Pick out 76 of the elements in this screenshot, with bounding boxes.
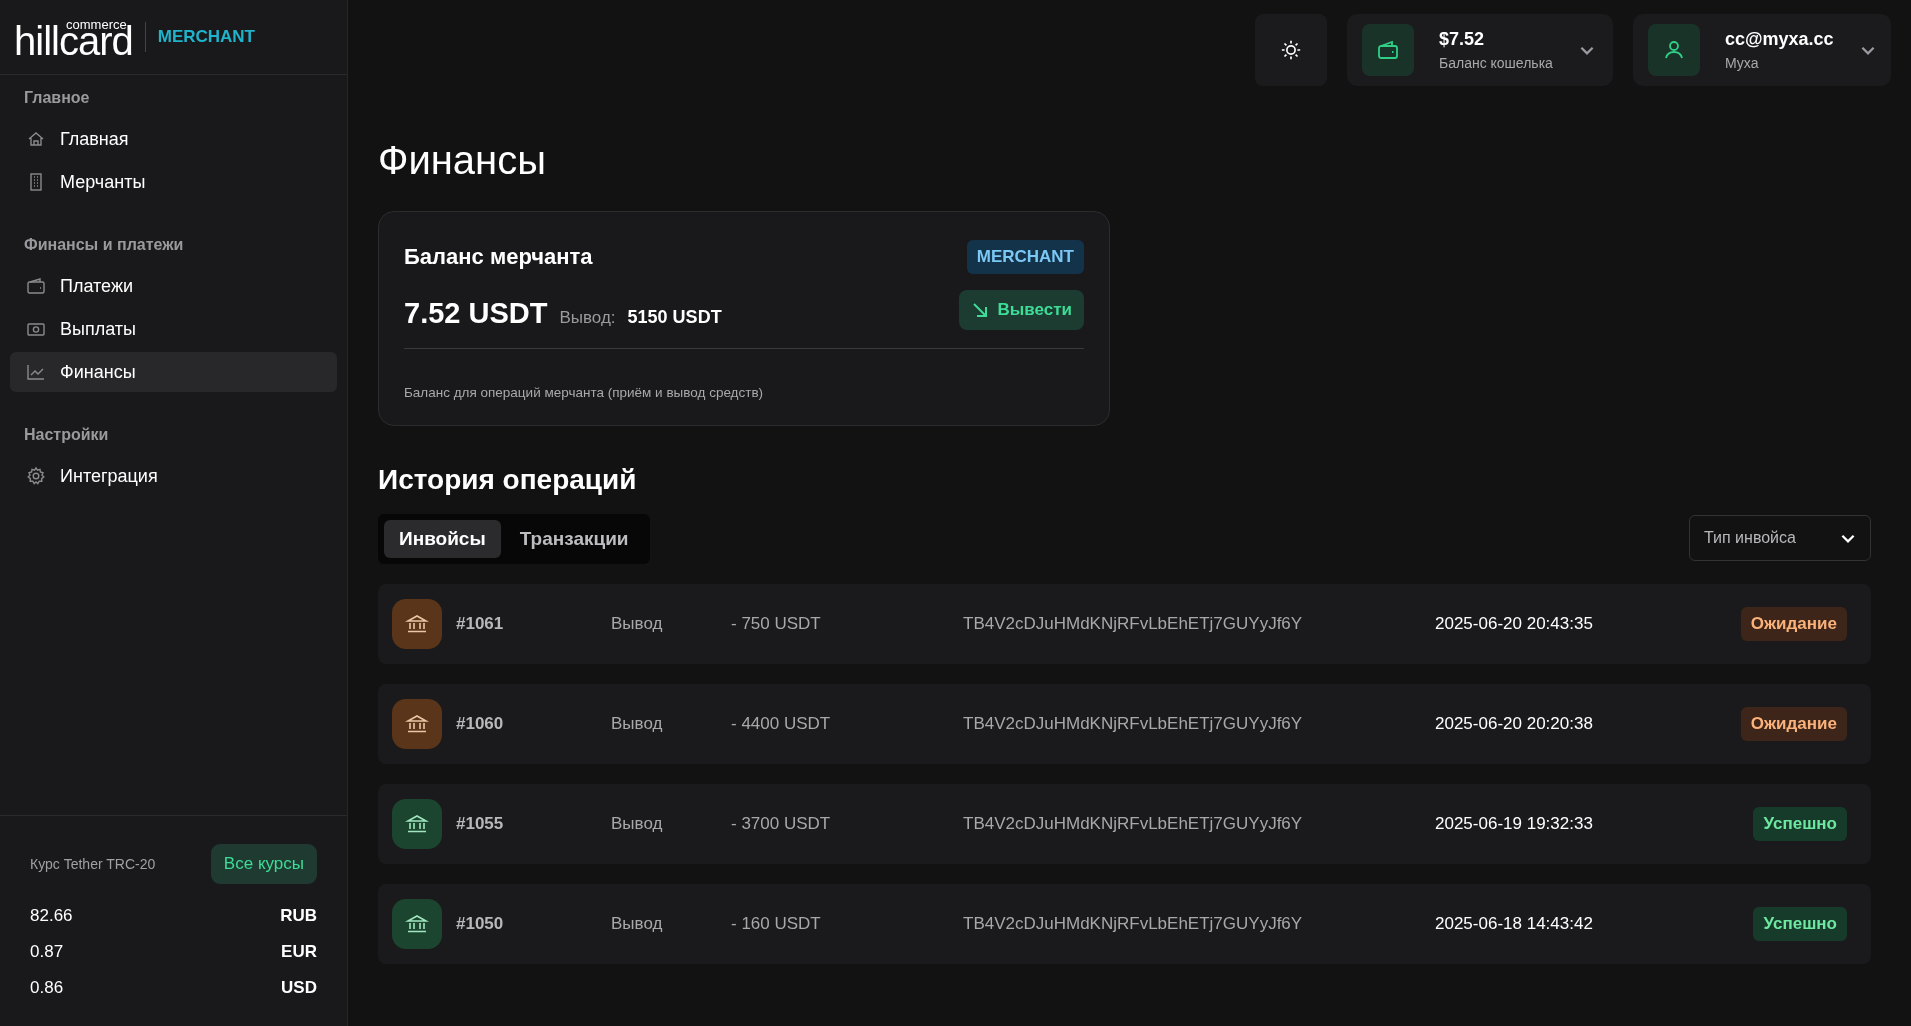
operation-id: #1060 (456, 714, 505, 734)
sidebar-item[interactable]: Мерчанты (10, 162, 337, 202)
wallet-amount: $7.52 (1439, 29, 1486, 50)
user-menu[interactable]: cc@myxa.cc Муха (1633, 14, 1891, 86)
withdraw-button[interactable]: Вывести (958, 290, 1084, 330)
currency-code: RUB (280, 906, 317, 926)
operation-id: #1050 (456, 914, 505, 934)
sidebar-section-title: Главное (23, 88, 91, 108)
operation-date: 2025-06-20 20:20:38 (1435, 714, 1594, 734)
tab[interactable]: Инвойсы (384, 520, 501, 558)
home-icon (26, 129, 46, 149)
wallet-address: TB4V2cDJuHMdKNjRFvLbEhETj7GUYyJf6Y (963, 914, 1304, 934)
all-rates-button[interactable]: Все курсы (210, 844, 317, 884)
rates-title: Курс Tether TRC-20 (30, 856, 156, 872)
operation-type: Вывод (611, 614, 664, 634)
chart-icon (26, 362, 46, 382)
bank-icon (392, 899, 442, 949)
rate-value: 82.66 (30, 906, 73, 926)
rate-value: 0.86 (30, 978, 64, 998)
page-title: Финансы (378, 138, 547, 183)
withdraw-amount: 5150 USDT (627, 307, 722, 328)
operation-id: #1061 (456, 614, 505, 634)
operation-amount: - 160 USDT (731, 914, 822, 934)
wallet-address: TB4V2cDJuHMdKNjRFvLbEhETj7GUYyJf6Y (963, 814, 1304, 834)
sidebar-item[interactable]: Выплаты (10, 309, 337, 349)
operation-type: Вывод (611, 714, 664, 734)
operation-date: 2025-06-20 20:43:35 (1435, 614, 1594, 634)
sidebar-item[interactable]: Главная (10, 119, 337, 159)
wallet-address: TB4V2cDJuHMdKNjRFvLbEhETj7GUYyJf6Y (963, 714, 1304, 734)
theme-toggle-button[interactable] (1255, 14, 1327, 86)
operation-type: Вывод (611, 814, 664, 834)
currency-code: USD (281, 978, 317, 998)
wallet-address: TB4V2cDJuHMdKNjRFvLbEhETj7GUYyJf6Y (963, 614, 1304, 634)
app-label: MERCHANT (157, 27, 255, 47)
card-note: Баланс для операций мерчанта (приём и вывод средств) (404, 385, 765, 400)
operation-row[interactable]: #1050 Вывод - 160 USDT TB4V2cDJuHMdKNjRFvLbEhETj7GUYyJf6Y 2025-06-18 14:43:42 Успешно (378, 884, 1871, 964)
wallet-label: Баланс кошелька (1439, 55, 1553, 71)
operation-row[interactable]: #1060 Вывод - 4400 USDT TB4V2cDJuHMdKNjRFvLbEhETj7GUYyJf6Y 2025-06-20 20:20:38 Ожидание (378, 684, 1871, 764)
status-badge: Успешно (1753, 907, 1847, 941)
withdraw-label: Вывод: (559, 308, 616, 328)
operation-amount: - 4400 USDT (731, 714, 832, 734)
sidebar-item[interactable]: Платежи (10, 266, 337, 306)
sun-icon (1280, 39, 1302, 61)
wallet-icon (1376, 38, 1400, 62)
operation-id: #1055 (456, 814, 505, 834)
currency-code: EUR (281, 942, 317, 962)
wallet-icon (26, 276, 46, 296)
sidebar-item[interactable]: Финансы (10, 352, 337, 392)
operation-amount: - 750 USDT (731, 614, 822, 634)
sidebar-item[interactable]: Интеграция (10, 456, 337, 496)
bank-icon (392, 699, 442, 749)
operation-date: 2025-06-18 14:43:42 (1435, 914, 1594, 934)
wallet-balance-menu[interactable]: $7.52 Баланс кошелька (1347, 14, 1613, 86)
rate-value: 0.87 (30, 942, 64, 962)
bank-icon (392, 799, 442, 849)
settings-icon (26, 466, 46, 486)
balance-amount: 7.52 USDT (404, 297, 548, 330)
operation-amount: - 3700 USDT (731, 814, 832, 834)
user-email: cc@myxa.cc (1725, 29, 1834, 50)
operation-row[interactable]: #1061 Вывод - 750 USDT TB4V2cDJuHMdKNjRFvLbEhETj7GUYyJf6Y 2025-06-20 20:43:35 Ожидание (378, 584, 1871, 664)
operation-type: Вывод (611, 914, 664, 934)
operation-date: 2025-06-19 19:32:33 (1435, 814, 1594, 834)
card-title: Баланс мерчанта (404, 244, 593, 270)
merchant-badge: MERCHANT (966, 240, 1084, 274)
operation-row[interactable]: #1055 Вывод - 3700 USDT TB4V2cDJuHMdKNjRFvLbEhETj7GUYyJf6Y 2025-06-19 19:32:33 Успешно (378, 784, 1871, 864)
user-name: Муха (1725, 55, 1760, 71)
sidebar-section-title: Настройки (23, 425, 110, 445)
invoice-type-dropdown[interactable]: Тип инвойса (1689, 515, 1871, 561)
tab[interactable]: Транзакции (504, 520, 644, 558)
status-badge: Ожидание (1740, 707, 1847, 741)
bank-icon (392, 599, 442, 649)
status-badge: Ожидание (1740, 607, 1847, 641)
arrow-down-right-icon (970, 301, 989, 319)
section-title: История операций (378, 464, 638, 496)
status-badge: Успешно (1753, 807, 1847, 841)
sidebar-section-title: Финансы и платежи (23, 235, 185, 255)
